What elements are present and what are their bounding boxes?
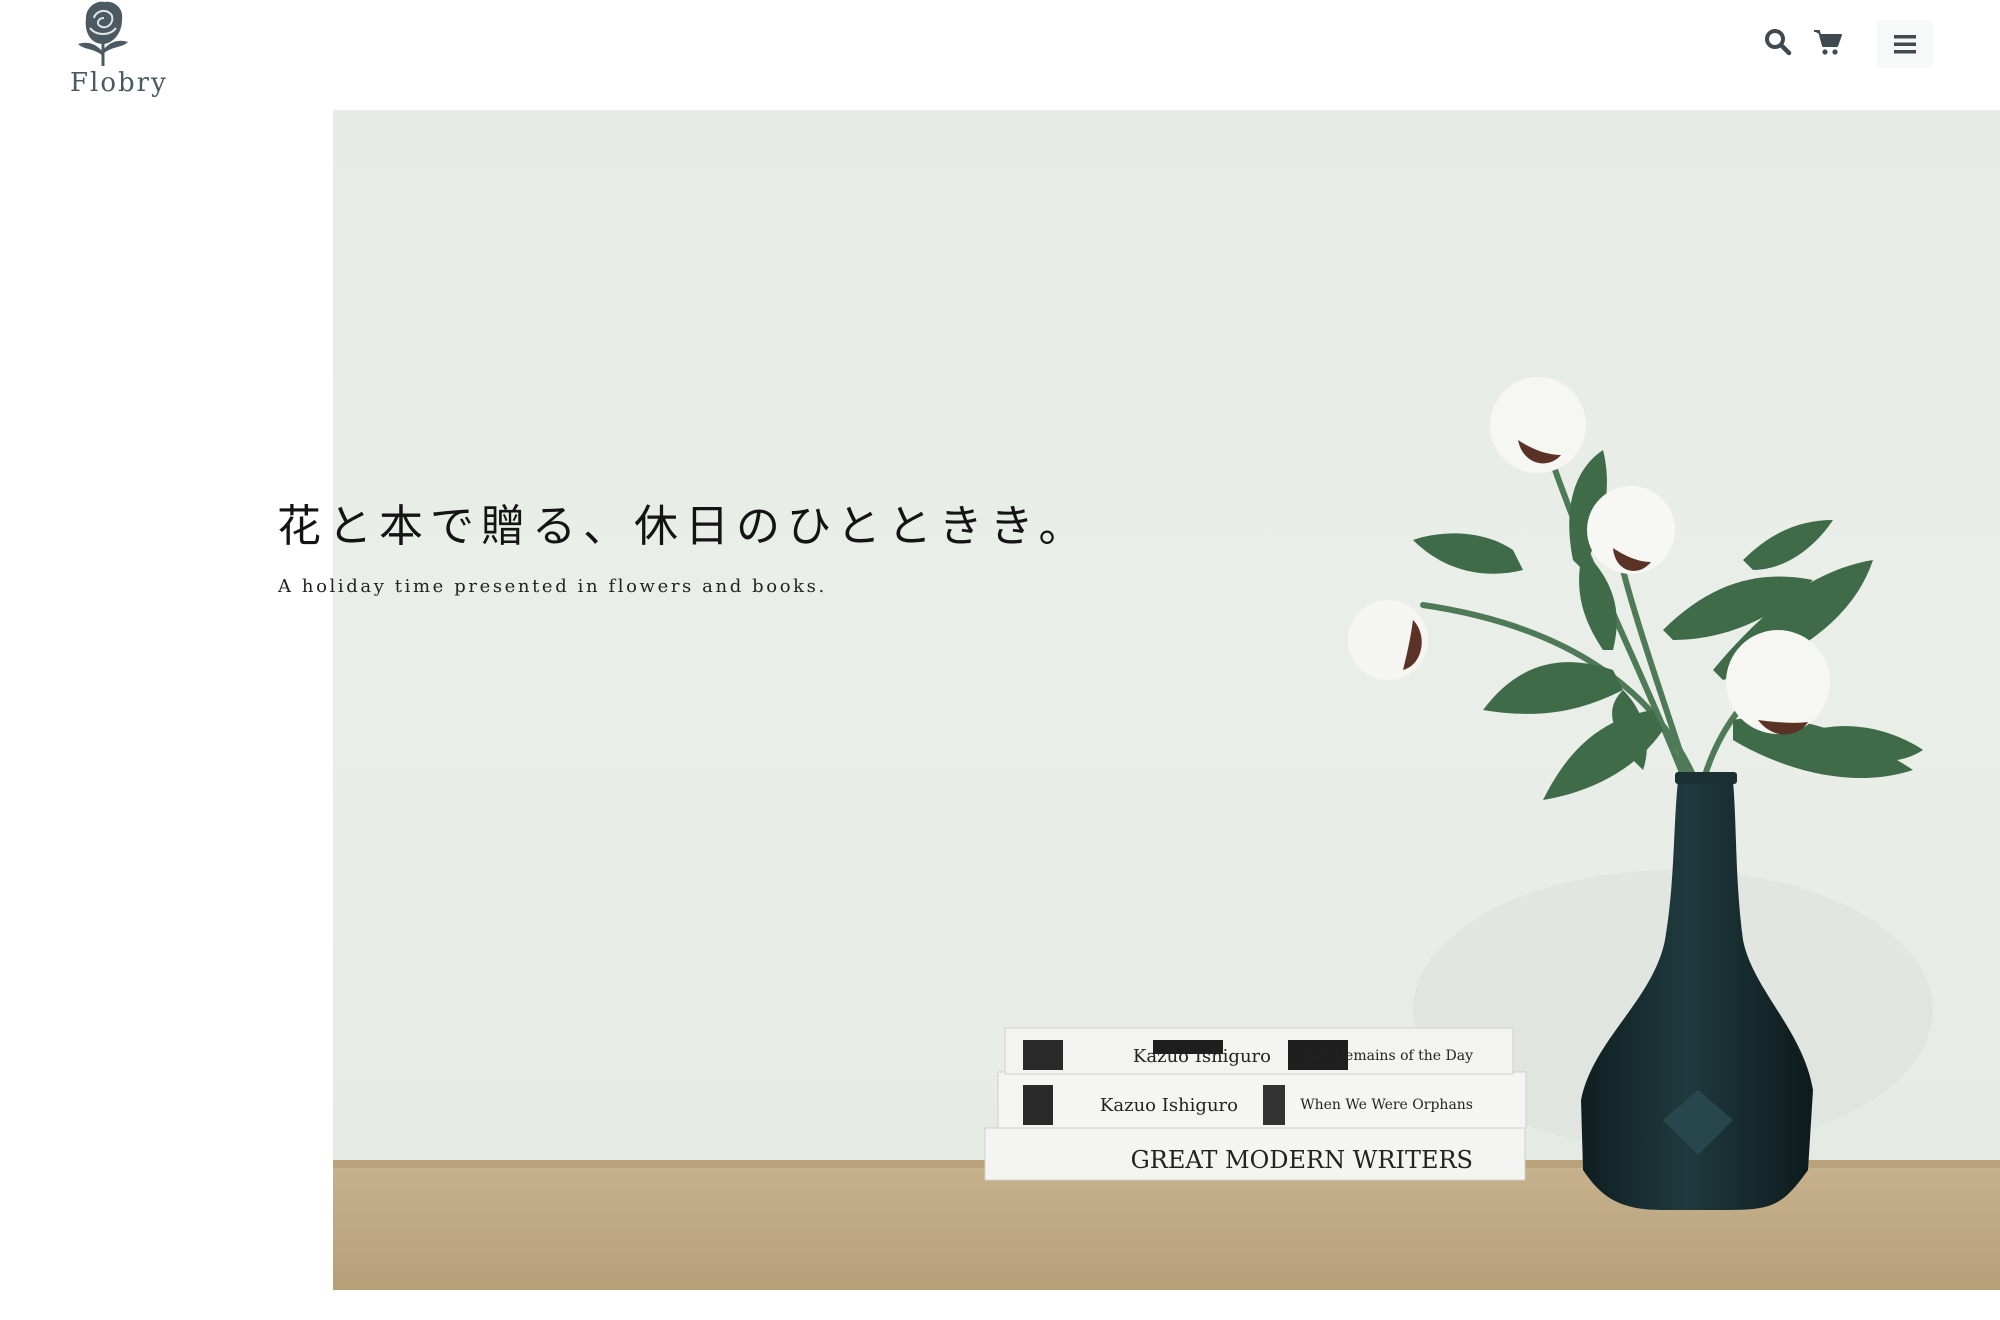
menu-icon xyxy=(1894,35,1916,54)
svg-text:When We Were Orphans: When We Were Orphans xyxy=(1300,1097,1473,1113)
svg-text:Kazuo Ishiguro: Kazuo Ishiguro xyxy=(1100,1095,1238,1116)
svg-text:GREAT MODERN WRITERS: GREAT MODERN WRITERS xyxy=(1131,1146,1473,1174)
logo-wordmark: Flobry xyxy=(70,68,168,98)
rose-icon xyxy=(78,1,128,66)
book-stack: GREAT MODERN WRITERS When We Were Orphan… xyxy=(984,1027,1527,1181)
svg-text:The Remains of the Day: The Remains of the Day xyxy=(1303,1048,1473,1064)
svg-text:Kazuo Ishiguro: Kazuo Ishiguro xyxy=(1133,1046,1271,1067)
hero-photo: GREAT MODERN WRITERS When We Were Orphan… xyxy=(333,377,2000,1290)
hero-image: GREAT MODERN WRITERS When We Were Orphan… xyxy=(333,110,2000,1290)
hero-title: 花と本で贈る、休日のひとときき。 xyxy=(277,501,1090,552)
menu-button[interactable] xyxy=(1877,20,1933,68)
site-header: Flobry xyxy=(0,0,2000,110)
cart-icon[interactable] xyxy=(1812,26,1844,58)
logo[interactable]: Flobry xyxy=(62,0,167,110)
hero-subtitle: A holiday time presented in flowers and … xyxy=(278,576,827,597)
search-icon[interactable] xyxy=(1762,26,1794,58)
